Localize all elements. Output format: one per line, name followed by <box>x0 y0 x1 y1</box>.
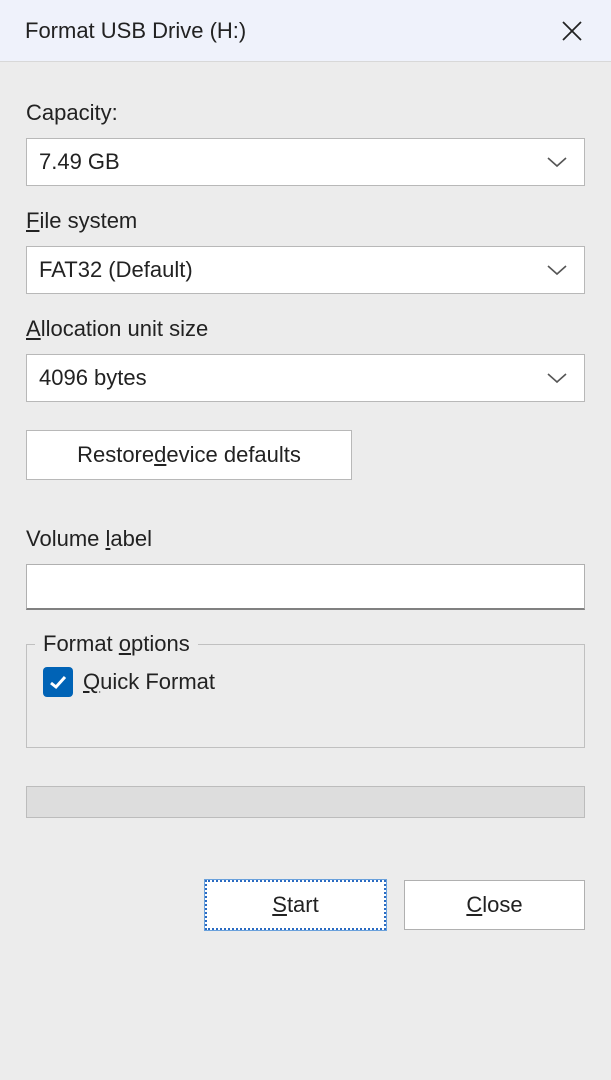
progress-bar <box>26 786 585 818</box>
chevron-down-icon <box>546 263 568 277</box>
quick-format-label: Quick Format <box>83 669 215 695</box>
chevron-down-icon <box>546 155 568 169</box>
capacity-label: Capacity: <box>26 100 585 126</box>
capacity-dropdown[interactable]: 7.49 GB <box>26 138 585 186</box>
filesystem-value: FAT32 (Default) <box>39 257 193 283</box>
filesystem-dropdown[interactable]: FAT32 (Default) <box>26 246 585 294</box>
volume-label-label: Volume label <box>26 526 585 552</box>
check-icon <box>48 672 68 692</box>
format-options-group: Format options Quick Format <box>26 644 585 748</box>
close-icon[interactable] <box>553 12 591 50</box>
capacity-value: 7.49 GB <box>39 149 120 175</box>
allocation-value: 4096 bytes <box>39 365 147 391</box>
chevron-down-icon <box>546 371 568 385</box>
button-row: Start Close <box>26 880 585 930</box>
window-title: Format USB Drive (H:) <box>25 18 246 44</box>
close-button[interactable]: Close <box>404 880 585 930</box>
allocation-label: Allocation unit size <box>26 316 585 342</box>
allocation-dropdown[interactable]: 4096 bytes <box>26 354 585 402</box>
volume-label-input[interactable] <box>26 564 585 610</box>
quick-format-checkbox[interactable] <box>43 667 73 697</box>
restore-defaults-button[interactable]: Restore device defaults <box>26 430 352 480</box>
filesystem-label: File system <box>26 208 585 234</box>
quick-format-row: Quick Format <box>43 667 568 697</box>
titlebar: Format USB Drive (H:) <box>0 0 611 62</box>
start-button[interactable]: Start <box>205 880 386 930</box>
dialog-content: Capacity: 7.49 GB File system FAT32 (Def… <box>0 62 611 930</box>
format-options-legend: Format options <box>35 631 198 657</box>
